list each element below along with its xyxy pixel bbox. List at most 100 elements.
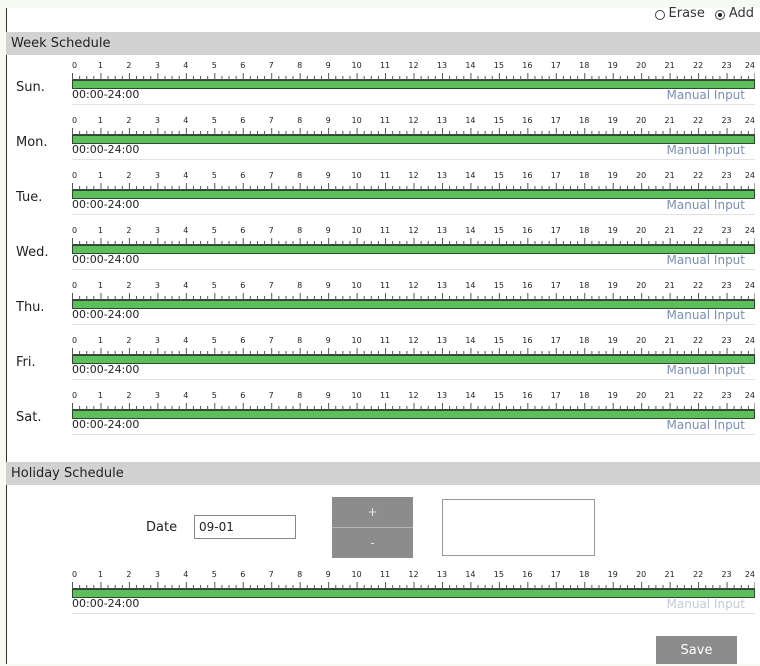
hour-tick-label: 8: [297, 116, 302, 125]
day-label: Fri.: [16, 355, 36, 370]
hour-tick-label: 17: [551, 116, 561, 125]
schedule-bar[interactable]: [72, 589, 755, 598]
hour-tick-label: 7: [269, 171, 274, 180]
hour-tick-label: 1: [98, 116, 103, 125]
hour-tick-label: 1: [98, 336, 103, 345]
hour-tick-label: 15: [494, 61, 504, 70]
hour-tick-label: 14: [465, 336, 475, 345]
hour-tick-label: 12: [408, 226, 418, 235]
schedule-bar[interactable]: [72, 245, 755, 254]
hour-tick-label: 23: [721, 281, 731, 290]
hour-tick-label: 14: [465, 116, 475, 125]
hour-tick-label: 16: [522, 391, 532, 400]
hour-tick-label: 16: [522, 281, 532, 290]
hour-tick-label: 24: [745, 61, 755, 70]
manual-input-link[interactable]: Manual Input: [667, 253, 746, 267]
hour-tick-label: 9: [326, 226, 331, 235]
schedule-bar[interactable]: [72, 410, 755, 419]
row-separator: [72, 434, 755, 435]
manual-input-link[interactable]: Manual Input: [667, 308, 746, 322]
hour-tick-label: 19: [608, 226, 618, 235]
manual-input-link[interactable]: Manual Input: [667, 198, 746, 212]
hour-tick-label: 18: [579, 336, 589, 345]
hour-tick-label: 15: [494, 281, 504, 290]
hour-tick-label: 14: [465, 61, 475, 70]
date-input[interactable]: 09-01: [194, 515, 296, 539]
hour-tick-label: 4: [183, 391, 188, 400]
schedule-bar[interactable]: [72, 80, 755, 89]
hour-tick-label: 0: [72, 570, 77, 579]
hour-tick-label: 17: [551, 61, 561, 70]
hour-tick-label: 13: [437, 226, 447, 235]
hour-tick-label: 10: [351, 281, 361, 290]
hour-tick-label: 8: [297, 281, 302, 290]
hour-tick-label: 12: [408, 336, 418, 345]
hour-tick-label: 0: [72, 226, 77, 235]
timeline: 0 1 2 3 4 5 6 7 8 9 10 11 12 13 14 15 16 17 18 19 20 21 22 23 24…: [72, 567, 755, 619]
timeline: 0 1 2 3 4 5 6 7 8 9 10 11 12 13 14 15 16 17 18 19 20 21 22 23 24…: [72, 113, 755, 165]
hour-tick-label: 7: [269, 570, 274, 579]
hour-tick-label: 19: [608, 116, 618, 125]
add-holiday-button[interactable]: +: [332, 497, 413, 527]
time-range-text: 00:00-24:00: [72, 308, 140, 321]
add-radio[interactable]: [714, 9, 725, 20]
hour-tick-label: 14: [465, 226, 475, 235]
row-separator: [72, 269, 755, 270]
hour-tick-label: 0: [72, 116, 77, 125]
hour-tick-label: 20: [636, 171, 646, 180]
schedule-bar[interactable]: [72, 190, 755, 199]
hour-tick-label: 1: [98, 391, 103, 400]
hour-tick-label: 13: [437, 116, 447, 125]
remove-holiday-button[interactable]: -: [332, 528, 413, 558]
hour-tick-label: 18: [579, 281, 589, 290]
schedule-bar[interactable]: [72, 355, 755, 364]
hour-tick-label: 14: [465, 281, 475, 290]
hour-tick-label: 18: [579, 61, 589, 70]
save-button[interactable]: Save: [656, 636, 737, 664]
hour-tick-label: 13: [437, 171, 447, 180]
hour-tick-label: 1: [98, 226, 103, 235]
hour-tick-label: 10: [351, 171, 361, 180]
time-range-text: 00:00-24:00: [72, 198, 140, 211]
hour-tick-label: 23: [721, 570, 731, 579]
hour-tick-label: 15: [494, 116, 504, 125]
week-schedule-header: Week Schedule: [6, 32, 760, 55]
hour-tick-label: 3: [155, 391, 160, 400]
hour-ruler: 0 1 2 3 4 5 6 7 8 9 10 11 12 13 14 15 16 17 18 19 20 21 22 23 24: [72, 391, 755, 410]
hour-tick-label: 4: [183, 336, 188, 345]
hour-tick-label: 9: [326, 281, 331, 290]
hour-tick-label: 13: [437, 336, 447, 345]
hour-tick-label: 3: [155, 281, 160, 290]
hour-tick-label: 21: [665, 61, 675, 70]
hour-tick-label: 1: [98, 171, 103, 180]
hour-tick-label: 16: [522, 116, 532, 125]
hour-tick-label: 12: [408, 281, 418, 290]
hour-tick-label: 12: [408, 116, 418, 125]
erase-radio[interactable]: [654, 9, 665, 20]
hour-tick-label: 9: [326, 336, 331, 345]
hour-ruler: 0 1 2 3 4 5 6 7 8 9 10 11 12 13 14 15 16 17 18 19 20 21 22 23 24: [72, 281, 755, 300]
hour-ruler: 0 1 2 3 4 5 6 7 8 9 10 11 12 13 14 15 16 17 18 19 20 21 22 23 24: [72, 61, 755, 80]
manual-input-link[interactable]: Manual Input: [667, 597, 746, 611]
hour-tick-label: 2: [126, 61, 131, 70]
holiday-date-list[interactable]: [442, 499, 595, 556]
manual-input-link[interactable]: Manual Input: [667, 363, 746, 377]
manual-input-link[interactable]: Manual Input: [667, 418, 746, 432]
hour-tick-label: 21: [665, 116, 675, 125]
hour-tick-label: 5: [212, 281, 217, 290]
hour-tick-label: 16: [522, 226, 532, 235]
schedule-bar[interactable]: [72, 300, 755, 309]
row-separator: [72, 104, 755, 105]
schedule-bar[interactable]: [72, 135, 755, 144]
hour-tick-label: 23: [721, 116, 731, 125]
manual-input-link[interactable]: Manual Input: [667, 88, 746, 102]
manual-input-link[interactable]: Manual Input: [667, 143, 746, 157]
hour-tick-label: 24: [745, 281, 755, 290]
hour-tick-label: 4: [183, 116, 188, 125]
hour-tick-label: 5: [212, 570, 217, 579]
hour-tick-label: 12: [408, 391, 418, 400]
hour-tick-label: 24: [745, 171, 755, 180]
hour-tick-label: 9: [326, 171, 331, 180]
hour-tick-label: 19: [608, 61, 618, 70]
hour-tick-label: 20: [636, 116, 646, 125]
